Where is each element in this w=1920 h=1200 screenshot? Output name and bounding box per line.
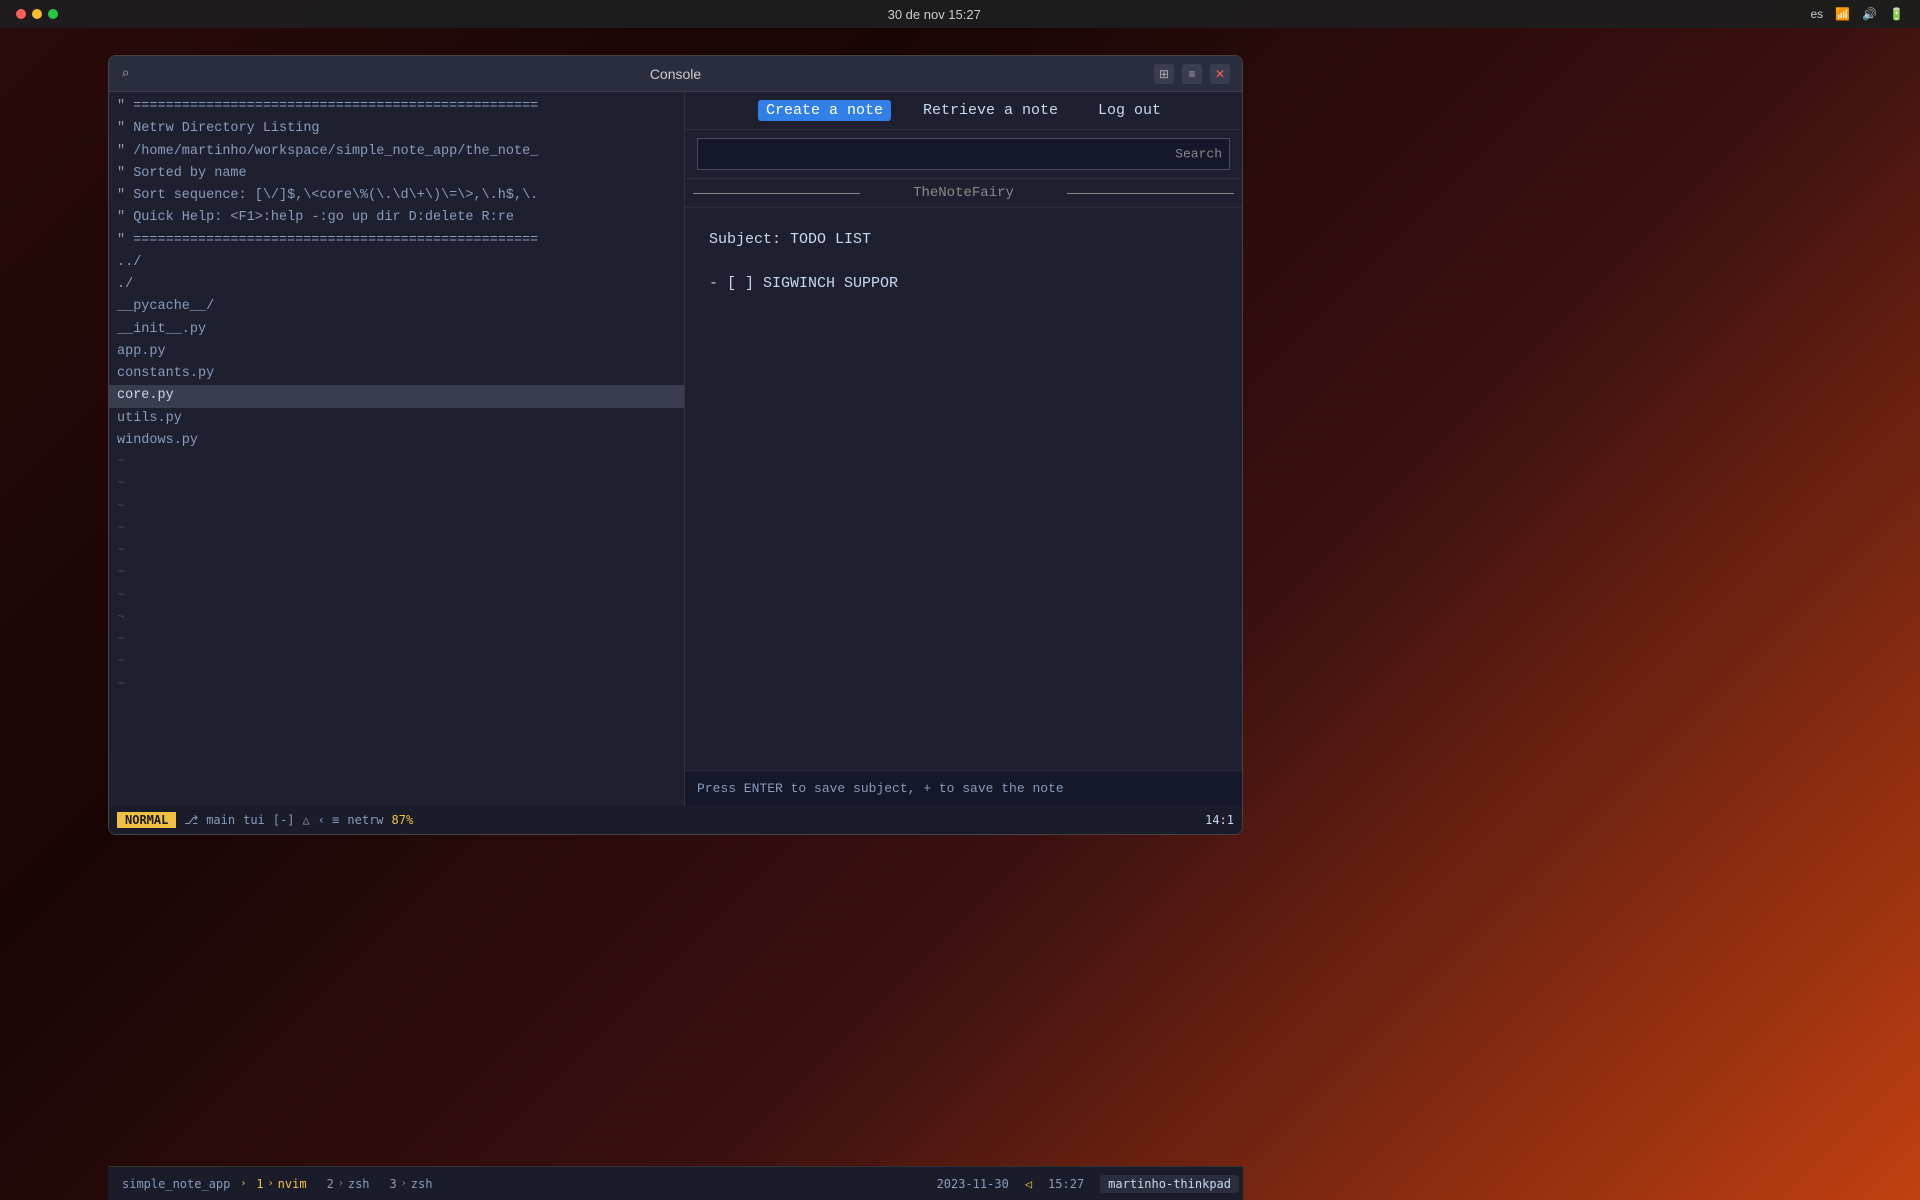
topbar-right: es 📶 🔊 🔋: [1810, 7, 1904, 21]
tab-2-num: 2: [327, 1177, 334, 1191]
speaker-icon: 🔊: [1862, 7, 1877, 21]
tab-time: 15:27: [1048, 1177, 1084, 1191]
nav-symbols: ‹ ≡: [318, 813, 340, 827]
system-time: 30 de nov 15:27: [888, 7, 981, 22]
note-body: Subject: TODO LIST - [ ] SIGWINCH SUPPOR: [685, 208, 1242, 770]
vim-mode: NORMAL: [117, 812, 176, 828]
cursor-position: 14:1: [1205, 813, 1234, 827]
vim-statusline: NORMAL ⎇ main tui [-] △ ‹ ≡ netrw 87% 14…: [109, 806, 1242, 834]
window-content: " ======================================…: [109, 92, 1242, 806]
topbar-dot2: [32, 9, 42, 19]
topbar-dot3: [48, 9, 58, 19]
console-window: ⌕ Console ⊞ ≡ ✕ " ======================…: [108, 55, 1243, 835]
left-panel-line: " Quick Help: <F1>:help -:go up dir D:de…: [109, 207, 684, 229]
left-panel-line: ~: [109, 675, 684, 697]
tab-arrow-date: ◁: [1025, 1177, 1032, 1191]
right-panel: Create a note Retrieve a note Log out Se…: [685, 92, 1242, 806]
left-panel-line[interactable]: core.py: [109, 385, 684, 407]
tab-hostname: martinho-thinkpad: [1100, 1175, 1239, 1193]
note-subject: Subject: TODO LIST: [709, 228, 1218, 252]
left-panel-line: ~: [109, 519, 684, 541]
left-panel-line: " /home/martinho/workspace/simple_note_a…: [109, 141, 684, 163]
left-panel-line: ~: [109, 652, 684, 674]
left-panel-line: " Sort sequence: [\/]$,\<core\%(\.\d\+\)…: [109, 185, 684, 207]
note-menu-row: Create a note Retrieve a note Log out: [701, 100, 1226, 121]
tab-path: simple_note_app: [112, 1171, 240, 1197]
brackets: [-]: [273, 813, 295, 827]
note-title-bar: TheNoteFairy: [685, 179, 1242, 208]
tab-1-arrow: ›: [268, 1178, 274, 1189]
apple-menu-dot: [16, 9, 26, 19]
left-panel-line: ~: [109, 497, 684, 519]
search-icon: ⌕: [121, 66, 129, 82]
left-panel-line: " ======================================…: [109, 230, 684, 252]
topbar-left: [16, 9, 58, 19]
terminal-tabbar: simple_note_app › 1 › nvim 2 › zsh 3 › z…: [108, 1166, 1243, 1200]
search-label: Search: [1175, 147, 1222, 162]
menu-retrieve-note[interactable]: Retrieve a note: [915, 100, 1066, 121]
left-panel-line: " ======================================…: [109, 96, 684, 118]
left-panel-line: " Netrw Directory Listing: [109, 118, 684, 140]
window-tile-button[interactable]: ⊞: [1154, 64, 1174, 84]
left-panel-line: __pycache__/: [109, 296, 684, 318]
left-panel-line: ~: [109, 474, 684, 496]
titlebar-left: ⌕: [121, 66, 129, 82]
branch-name: main: [206, 813, 235, 827]
window-title: Console: [650, 66, 701, 82]
left-panel-line: utils.py: [109, 408, 684, 430]
search-input-wrapper: [697, 138, 1230, 170]
tab-3[interactable]: 3 › zsh: [380, 1171, 443, 1197]
tab-3-label: zsh: [411, 1177, 433, 1191]
window-menu-button[interactable]: ≡: [1182, 64, 1202, 84]
bottom-status: Press ENTER to save subject, + to save t…: [685, 770, 1242, 806]
note-content-wrapper: TheNoteFairy Subject: TODO LIST - [ ] SI…: [685, 179, 1242, 770]
left-panel-line: windows.py: [109, 430, 684, 452]
window-titlebar: ⌕ Console ⊞ ≡ ✕: [109, 56, 1242, 92]
left-panel-line: ~: [109, 608, 684, 630]
left-panel-line: ./: [109, 274, 684, 296]
left-panel-line: ../: [109, 252, 684, 274]
tab-1[interactable]: 1 › nvim: [246, 1171, 316, 1197]
note-content-line: - [ ] SIGWINCH SUPPOR: [709, 272, 1218, 296]
tab-2[interactable]: 2 › zsh: [317, 1171, 380, 1197]
note-menu: Create a note Retrieve a note Log out: [685, 92, 1242, 130]
tab-1-num: 1: [256, 1177, 263, 1191]
left-panel-line: ~: [109, 586, 684, 608]
lang-indicator: es: [1810, 7, 1823, 21]
scroll-percent: 87%: [392, 813, 414, 827]
battery-icon: 🔋: [1889, 7, 1904, 21]
left-panel-line: ~: [109, 563, 684, 585]
left-panel-line: ~: [109, 630, 684, 652]
tab-3-arrow: ›: [401, 1178, 407, 1189]
left-panel-line: ~: [109, 541, 684, 563]
filename: netrw: [347, 813, 383, 827]
tab-3-num: 3: [390, 1177, 397, 1191]
menu-create-note[interactable]: Create a note: [758, 100, 891, 121]
search-input[interactable]: [706, 146, 1221, 162]
left-panel-line: " Sorted by name: [109, 163, 684, 185]
tab-2-label: zsh: [348, 1177, 370, 1191]
left-panel-line: ~: [109, 452, 684, 474]
window-close-button[interactable]: ✕: [1210, 64, 1230, 84]
wifi-icon: 📶: [1835, 7, 1850, 21]
tab-2-arrow: ›: [338, 1178, 344, 1189]
tab-1-label: nvim: [278, 1177, 307, 1191]
left-panel: " ======================================…: [109, 92, 685, 806]
delta-symbol: △: [302, 813, 309, 827]
left-panel-line: app.py: [109, 341, 684, 363]
system-topbar: 30 de nov 15:27 es 📶 🔊 🔋: [0, 0, 1920, 28]
tab-right-info: 2023-11-30 ◁ 15:27 martinho-thinkpad: [937, 1175, 1239, 1193]
tab-date: 2023-11-30: [937, 1177, 1009, 1191]
bottom-message: Press ENTER to save subject, + to save t…: [697, 781, 1064, 796]
search-area: Search: [685, 130, 1242, 179]
window-controls: ⊞ ≡ ✕: [1154, 64, 1230, 84]
plugin-name: tui: [243, 813, 265, 827]
left-panel-line: __init__.py: [109, 319, 684, 341]
left-panel-line: constants.py: [109, 363, 684, 385]
menu-log-out[interactable]: Log out: [1090, 100, 1169, 121]
branch-icon: ⎇: [184, 813, 198, 827]
